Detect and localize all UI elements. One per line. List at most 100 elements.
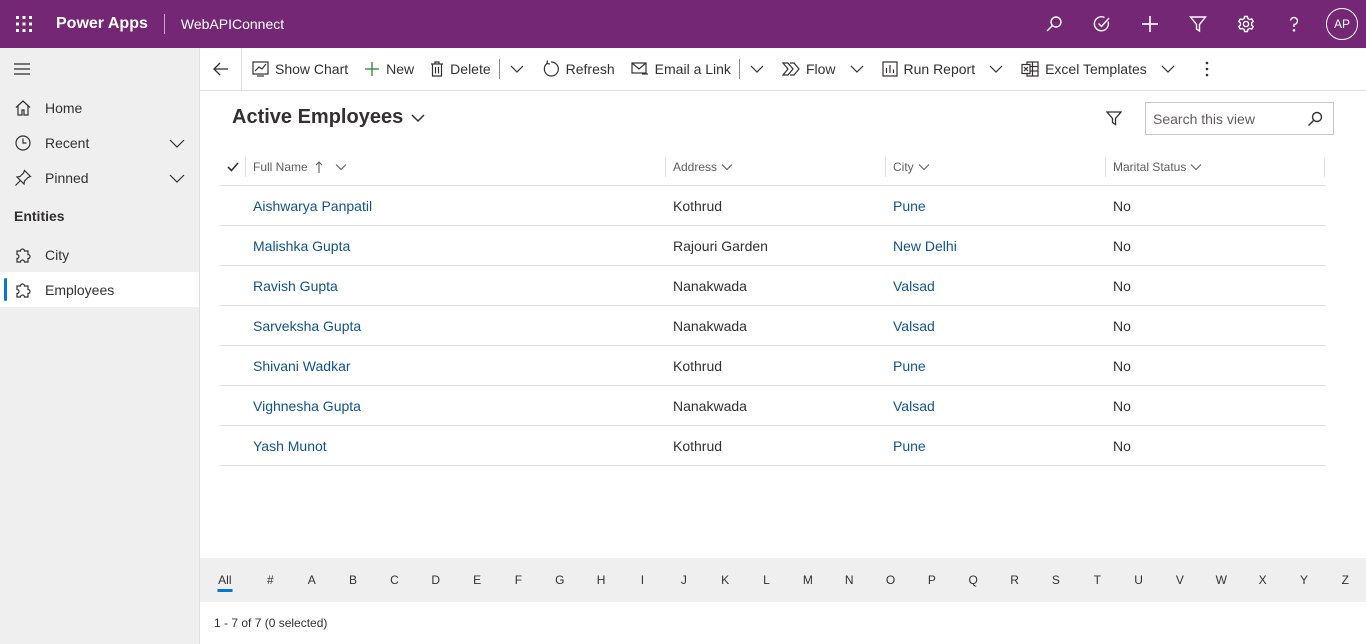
delete-button[interactable]: Delete <box>420 48 496 91</box>
view-selector[interactable]: Active Employees <box>232 106 425 129</box>
chevron-down-icon[interactable] <box>169 135 185 151</box>
jump-letter[interactable]: I <box>622 573 663 587</box>
jump-letter[interactable]: D <box>415 573 456 587</box>
table-row[interactable]: Vighnesha Gupta Nanakwada Valsad No <box>220 386 1325 426</box>
table-row[interactable]: Aishwarya Panpatil Kothrud Pune No <box>220 186 1325 226</box>
jump-letter[interactable]: Q <box>953 573 994 587</box>
sidebar-item-city[interactable]: City <box>0 237 199 272</box>
chevron-down-icon <box>750 65 764 73</box>
jump-letter[interactable]: U <box>1118 573 1159 587</box>
jump-letter[interactable]: J <box>663 573 704 587</box>
hamburger-icon <box>14 63 30 75</box>
jump-letter[interactable]: Y <box>1283 573 1324 587</box>
advanced-find-button[interactable] <box>1174 0 1222 48</box>
column-header-full-name[interactable]: Full Name <box>245 156 665 177</box>
city-link[interactable]: Pune <box>885 198 1105 214</box>
jump-letter[interactable]: G <box>539 573 580 587</box>
column-header-city[interactable]: City <box>885 156 1105 177</box>
table-row[interactable]: Sarveksha Gupta Nanakwada Valsad No <box>220 306 1325 346</box>
flow-button[interactable]: Flow <box>772 48 842 91</box>
city-link[interactable]: New Delhi <box>885 238 1105 254</box>
full-name-link[interactable]: Ravish Gupta <box>245 278 665 294</box>
full-name-link[interactable]: Yash Munot <box>245 438 665 454</box>
jump-letter[interactable]: S <box>1035 573 1076 587</box>
jump-letter[interactable]: F <box>498 573 539 587</box>
jump-letter[interactable]: K <box>704 573 745 587</box>
report-icon <box>881 61 898 77</box>
city-link[interactable]: Valsad <box>885 278 1105 294</box>
jump-letter[interactable]: B <box>332 573 373 587</box>
filter-icon <box>1106 111 1122 126</box>
jump-letter[interactable]: R <box>994 573 1035 587</box>
jump-letter[interactable]: V <box>1159 573 1200 587</box>
more-delete-options[interactable] <box>502 48 532 91</box>
city-link[interactable]: Pune <box>885 358 1105 374</box>
chevron-down-icon[interactable] <box>169 170 185 186</box>
jump-letter[interactable]: O <box>870 573 911 587</box>
excel-templates-dropdown[interactable] <box>1153 48 1183 91</box>
full-name-link[interactable]: Malishka Gupta <box>245 238 665 254</box>
jump-letter[interactable]: W <box>1201 573 1242 587</box>
flow-dropdown[interactable] <box>842 48 872 91</box>
puzzle-icon <box>14 281 34 299</box>
table-row[interactable]: Yash Munot Kothrud Pune No <box>220 426 1325 466</box>
settings-button[interactable] <box>1222 0 1270 48</box>
jump-letter[interactable]: P <box>911 573 952 587</box>
jump-letter[interactable]: Z <box>1325 573 1366 587</box>
show-chart-button[interactable]: Show Chart <box>242 48 354 91</box>
flow-icon <box>781 62 800 76</box>
full-name-link[interactable]: Vighnesha Gupta <box>245 398 665 414</box>
jump-letter[interactable]: A <box>291 573 332 587</box>
jump-letter[interactable]: M <box>787 573 828 587</box>
assistant-button[interactable] <box>1078 0 1126 48</box>
user-avatar[interactable]: AP <box>1326 8 1358 40</box>
jump-letter[interactable]: N <box>829 573 870 587</box>
search-icon[interactable] <box>1307 111 1323 127</box>
site-map-toggle[interactable] <box>0 48 199 90</box>
full-name-link[interactable]: Shivani Wadkar <box>245 358 665 374</box>
select-all-checkbox[interactable] <box>220 148 245 186</box>
run-report-dropdown[interactable] <box>981 48 1011 91</box>
refresh-icon <box>542 60 560 78</box>
jump-letter[interactable]: X <box>1242 573 1283 587</box>
new-button[interactable]: New <box>354 48 420 91</box>
jump-letter[interactable]: # <box>250 573 291 587</box>
chevron-down-icon <box>411 111 425 125</box>
more-commands-button[interactable] <box>1183 48 1217 91</box>
city-link[interactable]: Valsad <box>885 318 1105 334</box>
full-name-link[interactable]: Aishwarya Panpatil <box>245 198 665 214</box>
excel-templates-button[interactable]: Excel Templates <box>1011 48 1153 91</box>
sidebar-item-recent[interactable]: Recent <box>0 125 199 160</box>
app-launcher-button[interactable] <box>0 0 48 48</box>
jump-letter[interactable]: H <box>580 573 621 587</box>
back-button[interactable] <box>200 47 242 91</box>
city-link[interactable]: Pune <box>885 438 1105 454</box>
run-report-button[interactable]: Run Report <box>872 48 982 91</box>
jump-letter[interactable]: T <box>1077 573 1118 587</box>
view-filter-button[interactable] <box>1106 110 1122 126</box>
email-link-button[interactable]: Email a Link <box>621 48 737 91</box>
sidebar-item-home[interactable]: Home <box>0 90 199 125</box>
quick-create-button[interactable] <box>1126 0 1174 48</box>
header-search-button[interactable] <box>1030 0 1078 48</box>
jump-letter[interactable]: L <box>746 573 787 587</box>
city-link[interactable]: Valsad <box>885 398 1105 414</box>
table-row[interactable]: Shivani Wadkar Kothrud Pune No <box>220 346 1325 386</box>
full-name-link[interactable]: Sarveksha Gupta <box>245 318 665 334</box>
search-input[interactable] <box>1153 110 1303 127</box>
sidebar-item-label: City <box>45 246 70 263</box>
jump-all[interactable]: All <box>200 573 250 587</box>
refresh-button[interactable]: Refresh <box>532 48 621 91</box>
jump-letter[interactable]: C <box>374 573 415 587</box>
chevron-down-icon <box>335 161 347 173</box>
brand-title[interactable]: Power Apps <box>48 15 164 33</box>
column-header-marital-status[interactable]: Marital Status <box>1105 156 1325 177</box>
table-row[interactable]: Ravish Gupta Nanakwada Valsad No <box>220 266 1325 306</box>
help-button[interactable] <box>1270 0 1318 48</box>
sidebar-item-employees[interactable]: Employees <box>0 272 199 307</box>
column-header-address[interactable]: Address <box>665 156 885 177</box>
sidebar-item-pinned[interactable]: Pinned <box>0 160 199 195</box>
jump-letter[interactable]: E <box>456 573 497 587</box>
table-row[interactable]: Malishka Gupta Rajouri Garden New Delhi … <box>220 226 1325 266</box>
more-email-options[interactable] <box>742 48 772 91</box>
